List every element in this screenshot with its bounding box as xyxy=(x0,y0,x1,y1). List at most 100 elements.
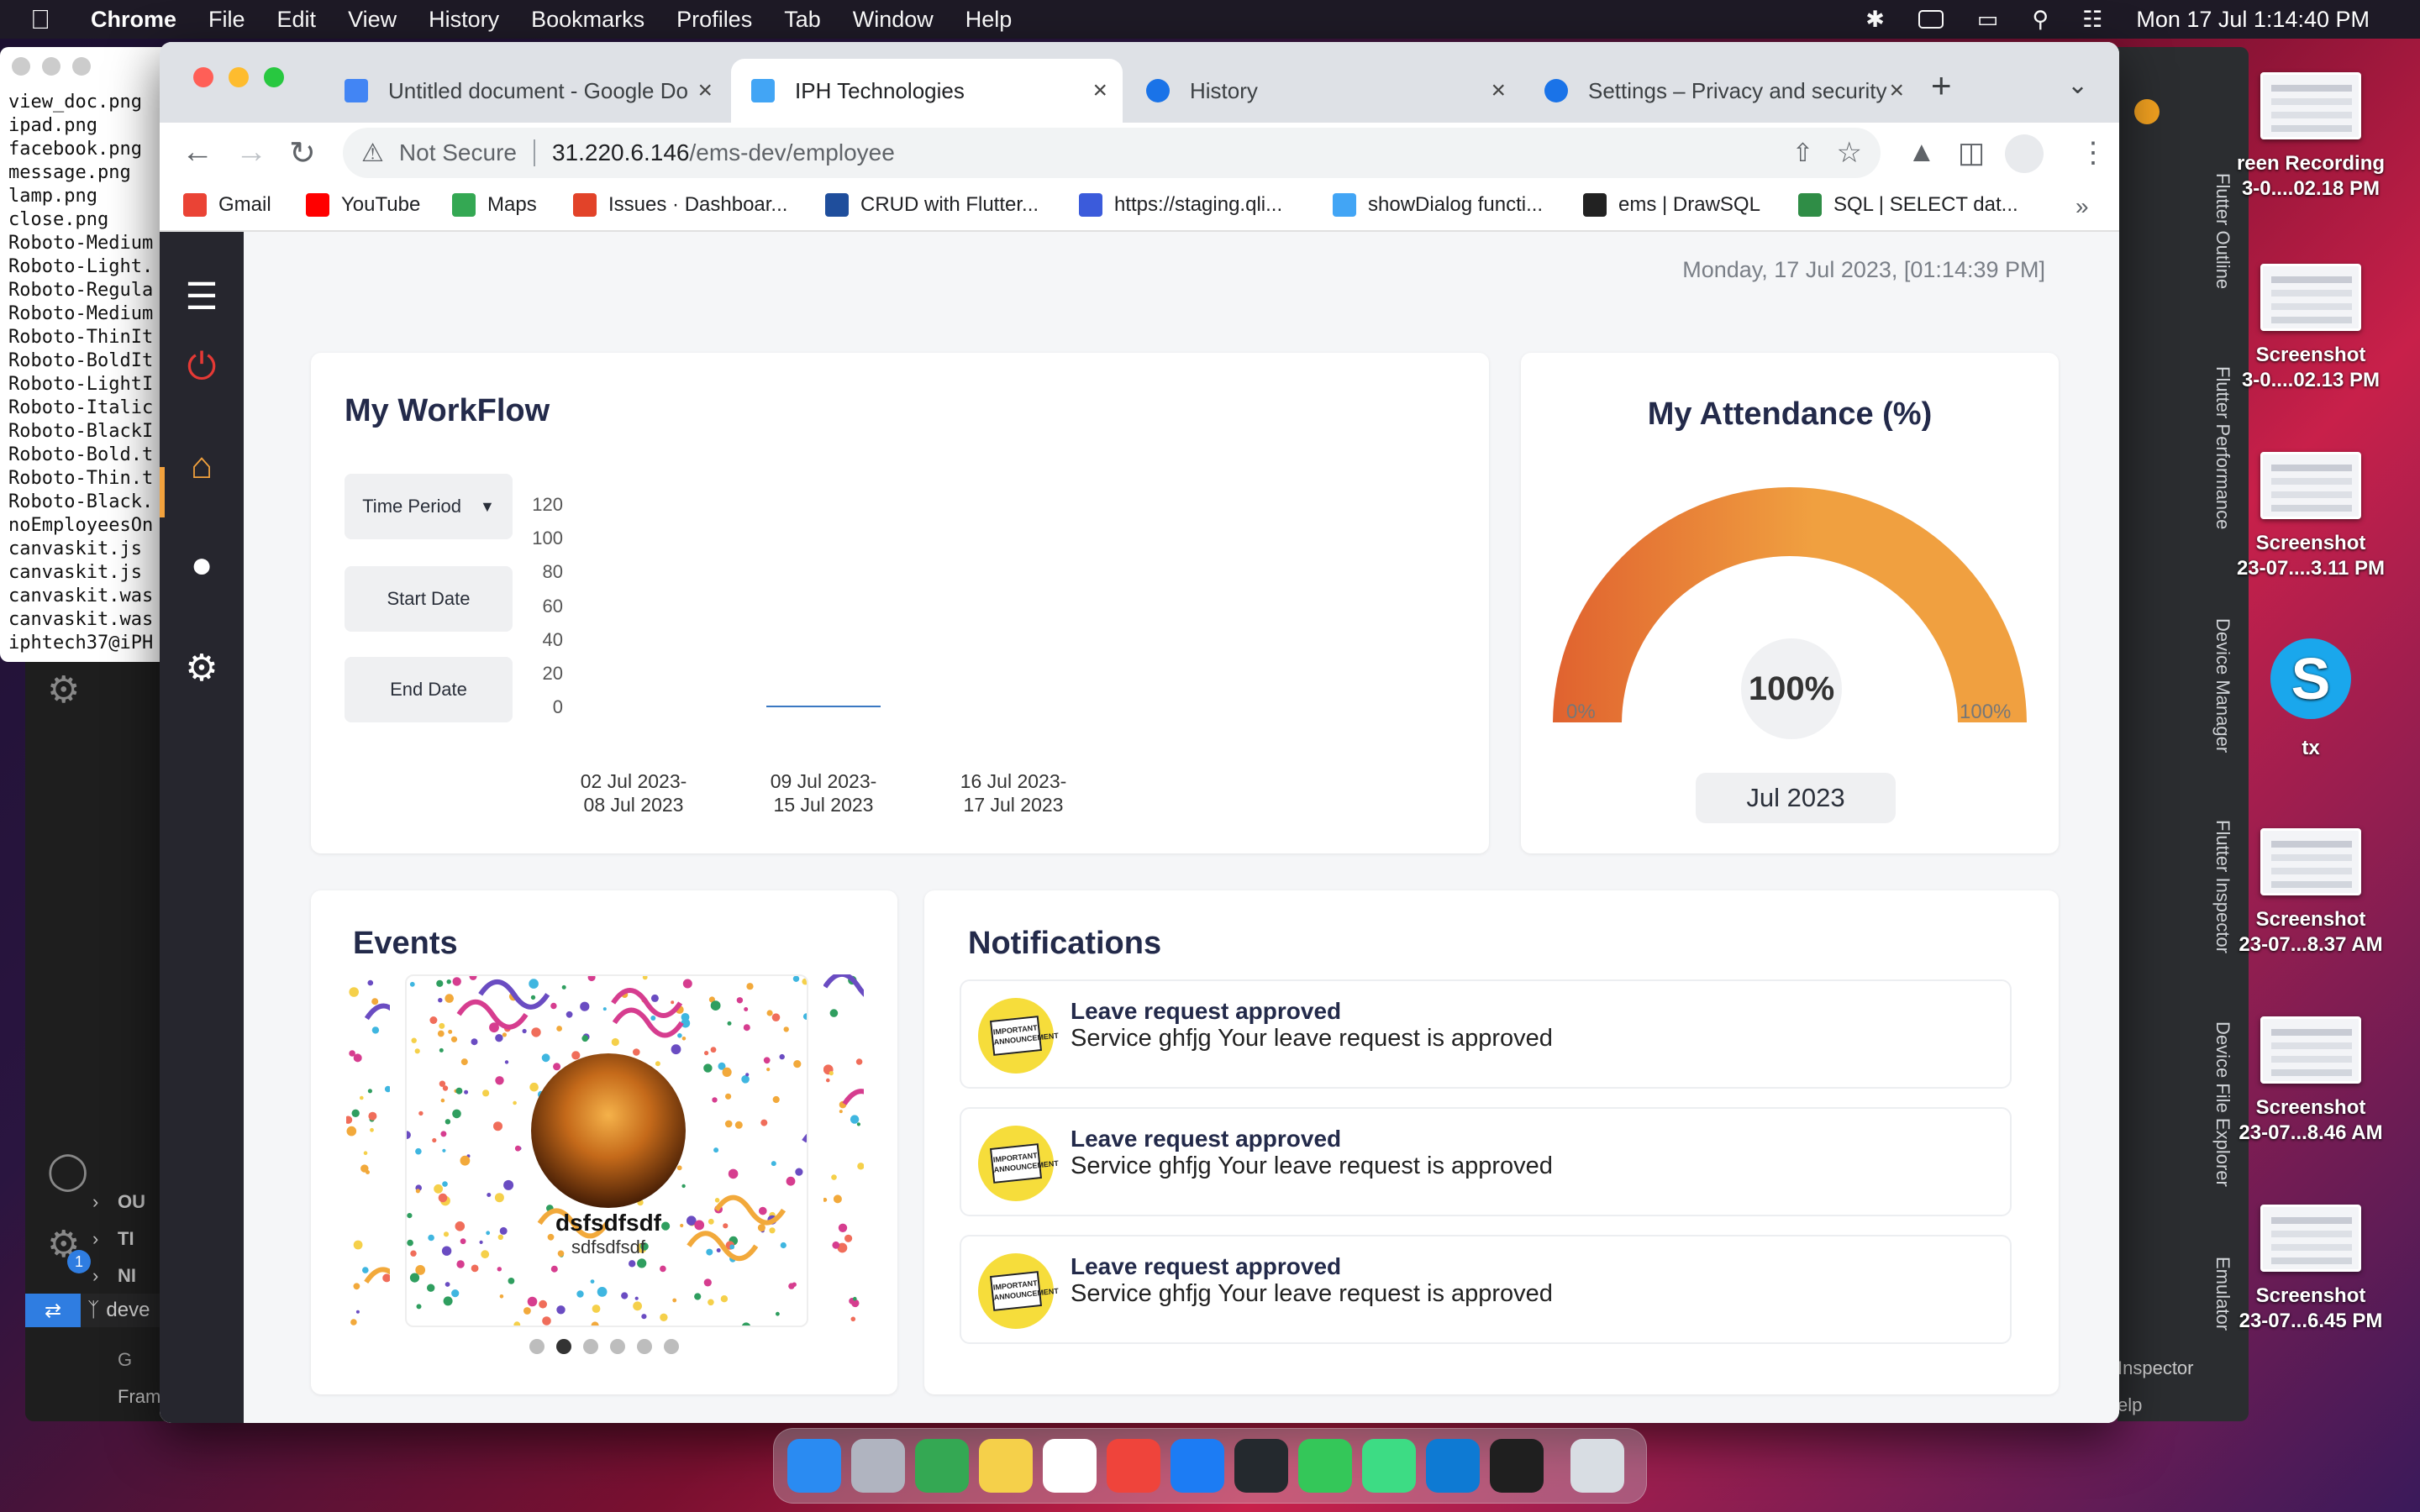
window-minimize-button[interactable] xyxy=(229,67,249,87)
carousel-dot[interactable] xyxy=(583,1339,598,1354)
file-list-item[interactable]: facebook.png xyxy=(8,138,165,161)
remote-explorer-icon[interactable]: ⚙ xyxy=(47,669,80,711)
spotlight-search-icon[interactable]: ⚲ xyxy=(2032,7,2049,33)
profile-avatar-icon[interactable] xyxy=(2005,134,2044,173)
bookmark-star-icon[interactable]: ☆ xyxy=(1837,136,1862,170)
control-center-icon[interactable]: ☷ xyxy=(2082,7,2102,33)
notification-item[interactable]: IMPORTANT ANNOUNCEMENT Leave request app… xyxy=(960,1235,2012,1344)
flutter-performance-tab[interactable]: Flutter Performance xyxy=(2212,366,2233,529)
inspector-label[interactable]: Inspector xyxy=(2118,1357,2194,1379)
file-list-item[interactable]: canvaskit.was xyxy=(8,608,165,632)
dock-github-icon[interactable] xyxy=(1234,1439,1288,1493)
tab-close-icon[interactable]: × xyxy=(1092,76,1107,105)
menu-bookmarks[interactable]: Bookmarks xyxy=(531,7,644,33)
file-list-item[interactable]: close.png xyxy=(8,208,165,232)
dock-chrome-icon[interactable] xyxy=(915,1439,969,1493)
timeline-section-label[interactable]: TI xyxy=(118,1228,134,1250)
menu-edit[interactable]: Edit xyxy=(277,7,317,33)
bookmark-maps[interactable]: Maps xyxy=(452,193,537,217)
bookmark-crud-flutter[interactable]: CRUD with Flutter... xyxy=(825,193,1039,217)
file-list-item[interactable]: ipad.png xyxy=(8,114,165,138)
file-list-item[interactable]: Roboto-ThinIt xyxy=(8,326,165,349)
bookmark-drawsql[interactable]: ems | DrawSQL xyxy=(1583,193,1760,217)
tab-search-chevron-icon[interactable]: ⌄ xyxy=(2067,71,2088,100)
file-list-item[interactable]: canvaskit.js xyxy=(8,561,165,585)
bookmark-showdialog[interactable]: showDialog functi... xyxy=(1333,193,1543,217)
menu-profiles[interactable]: Profiles xyxy=(676,7,752,33)
file-list-item[interactable]: Roboto-BoldIt xyxy=(8,349,165,373)
file-list-item[interactable]: canvaskit.js xyxy=(8,538,165,561)
reload-icon[interactable]: ↻ xyxy=(289,134,316,172)
settings-gear-icon[interactable]: ⚙ xyxy=(160,647,244,690)
battery-icon[interactable] xyxy=(1918,10,1944,29)
back-arrow-icon[interactable]: ← xyxy=(182,134,213,171)
background-file-list-window[interactable]: view_doc.png ipad.png facebook.png message.… xyxy=(0,47,165,662)
bookmark-gitlab-issues[interactable]: Issues · Dashboar... xyxy=(573,193,787,217)
window-close-button[interactable] xyxy=(193,67,213,87)
update-icon[interactable] xyxy=(2134,99,2160,124)
menu-help[interactable]: Help xyxy=(965,7,1013,33)
desktop-file-screenshot-3[interactable]: Screenshot 23-07...8.37 AM xyxy=(2235,828,2386,958)
carousel-dot[interactable] xyxy=(529,1339,544,1354)
desktop-file-screenshot-1[interactable]: Screenshot 3-0....02.13 PM xyxy=(2235,264,2386,393)
side-panel-icon[interactable]: ◫ xyxy=(1958,136,1985,170)
desktop-app-skype[interactable]: S tx xyxy=(2235,638,2386,761)
bookmark-staging[interactable]: https://staging.qli... xyxy=(1079,193,1282,217)
npm-section-label[interactable]: NI xyxy=(118,1265,136,1287)
dock-trash-icon[interactable] xyxy=(1570,1439,1624,1493)
tab-history[interactable]: History × xyxy=(1126,59,1521,123)
extensions-puzzle-icon[interactable]: ▲ xyxy=(1907,136,1936,169)
new-tab-plus-icon[interactable]: + xyxy=(1931,66,1952,106)
profile-person-icon[interactable]: ● xyxy=(160,544,244,586)
menu-tab[interactable]: Tab xyxy=(784,7,821,33)
menu-window[interactable]: Window xyxy=(853,7,934,33)
menu-history[interactable]: History xyxy=(429,7,499,33)
emulator-tab[interactable]: Emulator xyxy=(2212,1257,2233,1331)
home-icon[interactable]: ⌂ xyxy=(160,445,244,487)
file-list-item[interactable]: Roboto-Medium xyxy=(8,302,165,326)
file-list-item[interactable]: Roboto-LightI xyxy=(8,373,165,396)
attendance-month-selector[interactable]: Jul 2023 xyxy=(1696,773,1896,823)
menu-app-name[interactable]: Chrome xyxy=(91,7,176,33)
git-branch-label[interactable]: deve xyxy=(106,1299,150,1322)
dock-notes-icon[interactable] xyxy=(979,1439,1033,1493)
carousel-dot[interactable] xyxy=(637,1339,652,1354)
address-bar[interactable]: ⚠ Not Secure 31.220.6.146/ems-dev/employ… xyxy=(343,128,1881,178)
background-vscode-window[interactable]: ⚙ ◯ ⚙ 1 OU TI NI › › › ⇄ ᛉ deve G Fram xyxy=(25,662,168,1421)
carousel-dot[interactable] xyxy=(664,1339,679,1354)
tab-google-docs[interactable]: Untitled document - Google Do × xyxy=(324,59,728,123)
remote-indicator-icon[interactable]: ⇄ xyxy=(25,1294,81,1327)
dock-xcode-icon[interactable] xyxy=(1171,1439,1224,1493)
file-list-item[interactable]: canvaskit.was xyxy=(8,585,165,608)
apple-menu-icon[interactable]:  xyxy=(30,4,50,35)
file-list-item[interactable]: lamp.png xyxy=(8,185,165,208)
hamburger-menu-icon[interactable]: ☰ xyxy=(160,276,244,318)
dock-anydesk-icon[interactable] xyxy=(1107,1439,1160,1493)
desktop-file-screen-recording[interactable]: reen Recording 3-0....02.18 PM xyxy=(2235,72,2386,202)
file-list-item[interactable]: Roboto-Thin.t xyxy=(8,467,165,491)
warning-triangle-icon[interactable]: ⚠ xyxy=(361,139,384,168)
screen-mirroring-icon[interactable]: ▭ xyxy=(1977,7,1999,33)
dock-android-studio-icon[interactable] xyxy=(1362,1439,1416,1493)
file-list-item[interactable]: Roboto-Black. xyxy=(8,491,165,514)
bookmark-sql-select[interactable]: SQL | SELECT dat... xyxy=(1798,193,2018,217)
event-slide-next[interactable] xyxy=(823,974,864,1327)
menu-file[interactable]: File xyxy=(208,7,245,33)
tab-close-icon[interactable]: × xyxy=(1491,76,1506,105)
dock-finder-icon[interactable] xyxy=(787,1439,841,1493)
background-ide-window[interactable]: Flutter Outline Flutter Performance Devi… xyxy=(2118,47,2249,1421)
bookmark-youtube[interactable]: YouTube xyxy=(306,193,420,217)
carousel-dot[interactable] xyxy=(556,1339,571,1354)
url-host[interactable]: 31.220.6.146 xyxy=(552,139,690,166)
file-list-item[interactable]: Roboto-Light. xyxy=(8,255,165,279)
file-list-item[interactable]: Roboto-BlackI xyxy=(8,420,165,444)
menu-view[interactable]: View xyxy=(348,7,397,33)
window-zoom-button[interactable] xyxy=(264,67,284,87)
dock-terminal-icon[interactable] xyxy=(1490,1439,1544,1493)
tab-close-icon[interactable]: × xyxy=(1889,76,1904,105)
carousel-dot[interactable] xyxy=(610,1339,625,1354)
flutter-outline-tab[interactable]: Flutter Outline xyxy=(2212,173,2233,289)
dock-freeform-icon[interactable] xyxy=(1043,1439,1097,1493)
notification-item[interactable]: IMPORTANT ANNOUNCEMENT Leave request app… xyxy=(960,979,2012,1089)
dock-vscode-icon[interactable] xyxy=(1426,1439,1480,1493)
